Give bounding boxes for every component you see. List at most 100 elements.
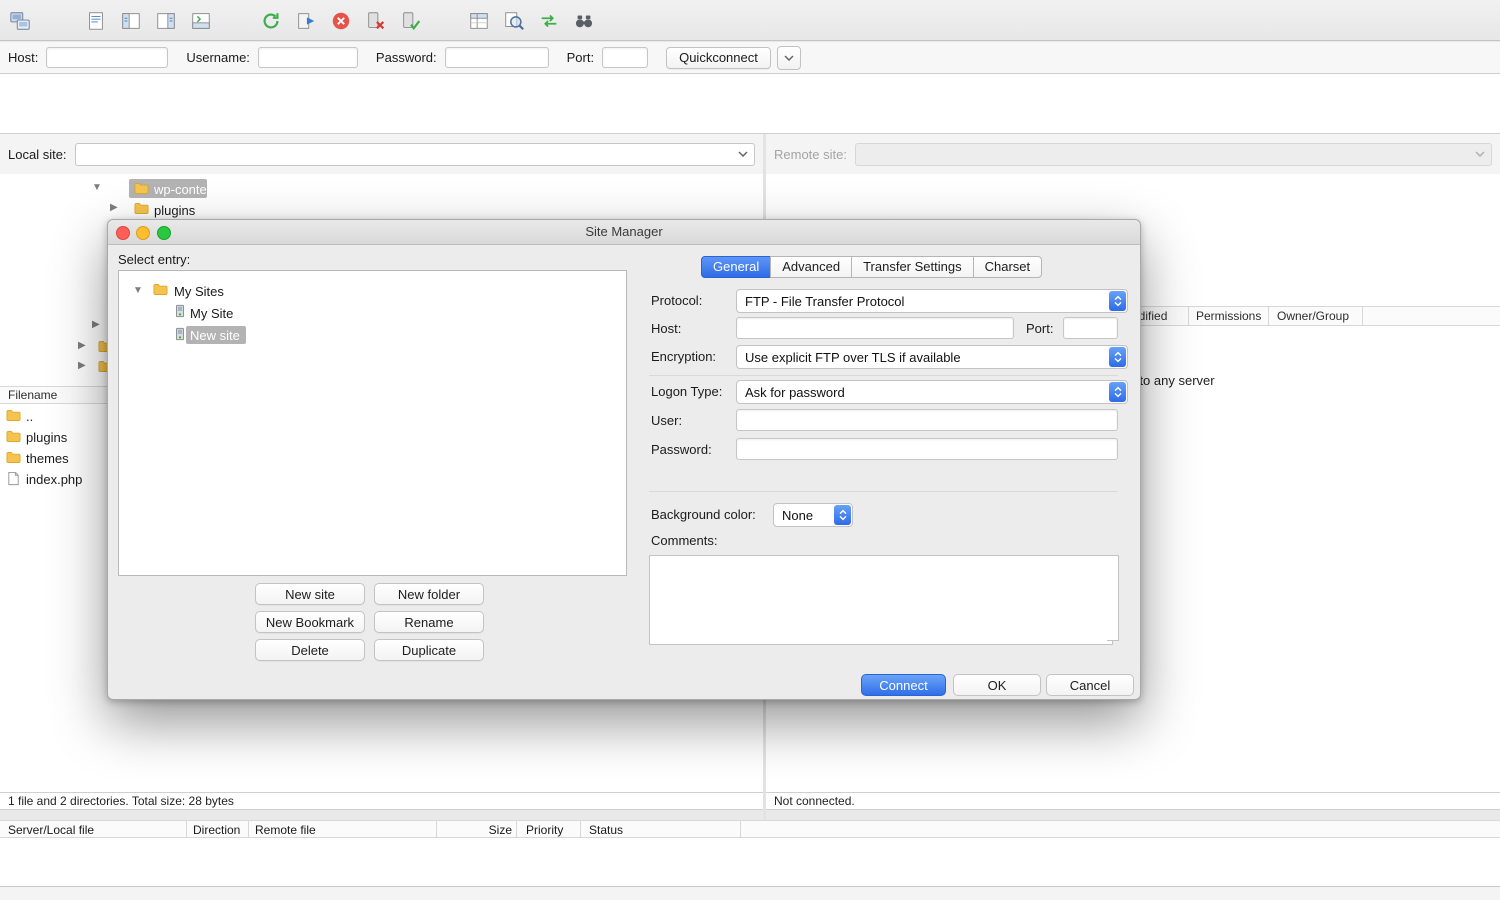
new-folder-button[interactable]: New folder (374, 583, 484, 605)
folder-icon (6, 450, 21, 465)
delete-button[interactable]: Delete (255, 639, 365, 661)
file-icon (6, 471, 21, 486)
refresh-icon[interactable] (257, 7, 284, 34)
new-site-button[interactable]: New site (255, 583, 365, 605)
updown-stepper-icon (834, 505, 851, 525)
new-bookmark-button[interactable]: New Bookmark (255, 611, 365, 633)
protocol-label: Protocol: (651, 293, 702, 308)
reconnect-icon[interactable] (397, 7, 424, 34)
list-item-themes[interactable]: themes (26, 450, 69, 467)
remote-status-text: Not connected. (774, 794, 855, 808)
column-divider[interactable] (516, 821, 517, 837)
permissions-column-header[interactable]: Permissions (1196, 309, 1261, 323)
site-tree-root-my-sites[interactable]: My Sites (174, 283, 224, 300)
local-status-bar: 1 file and 2 directories. Total size: 28… (0, 792, 763, 810)
expand-triangle-icon[interactable]: ▶ (92, 319, 100, 331)
cancel-button[interactable]: Cancel (1046, 674, 1134, 696)
logon-type-label: Logon Type: (651, 384, 722, 399)
password-label: Password: (376, 50, 437, 65)
message-log-icon[interactable] (82, 7, 109, 34)
chevron-down-icon (1475, 151, 1485, 157)
queue-body (0, 838, 1500, 886)
queue-col-priority[interactable]: Priority (526, 823, 563, 837)
rename-button[interactable]: Rename (374, 611, 484, 633)
dialog-host-input[interactable] (736, 317, 1014, 339)
site-manager-icon[interactable] (6, 7, 33, 34)
tree-item-wp-content[interactable]: wp-content (154, 181, 218, 198)
tree-item-plugins[interactable]: plugins (154, 202, 195, 219)
queue-col-size[interactable]: Size (480, 823, 512, 837)
column-divider[interactable] (186, 821, 187, 837)
site-tree-item-new-site[interactable]: New site (190, 327, 240, 344)
port-input[interactable] (602, 47, 648, 68)
folder-icon (134, 181, 149, 196)
connect-button[interactable]: Connect (861, 674, 946, 696)
duplicate-button[interactable]: Duplicate (374, 639, 484, 661)
process-queue-icon[interactable] (292, 7, 319, 34)
password-input[interactable] (445, 47, 549, 68)
site-tree-item-my-site[interactable]: My Site (190, 305, 233, 322)
quickconnect-button[interactable]: Quickconnect (666, 47, 771, 69)
dialog-title: Site Manager (108, 224, 1140, 239)
transfer-queue-icon[interactable] (187, 7, 214, 34)
background-color-select[interactable]: None (773, 503, 853, 527)
list-item-index-php[interactable]: index.php (26, 471, 82, 488)
column-divider[interactable] (740, 821, 741, 837)
tab-charset[interactable]: Charset (973, 256, 1043, 278)
comments-scrollbar[interactable] (1107, 555, 1119, 641)
expand-triangle-icon[interactable]: ▶ (78, 340, 86, 352)
filezilla-window: Host: Username: Password: Port: Quickcon… (0, 0, 1500, 900)
column-divider[interactable] (1362, 307, 1363, 325)
username-input[interactable] (258, 47, 358, 68)
list-item-parent[interactable]: .. (26, 408, 33, 425)
filename-column-header[interactable]: Filename (8, 388, 57, 402)
local-treeview-icon[interactable] (117, 7, 144, 34)
local-site-combo[interactable] (75, 143, 755, 166)
collapse-triangle-icon[interactable]: ▼ (92, 182, 102, 194)
column-divider[interactable] (248, 821, 249, 837)
local-site-label: Local site: (8, 147, 67, 162)
quickconnect-dropdown-button[interactable] (777, 46, 801, 70)
column-divider[interactable] (436, 821, 437, 837)
queue-col-remote-file[interactable]: Remote file (255, 823, 316, 837)
list-item-plugins[interactable]: plugins (26, 429, 67, 446)
queue-col-direction[interactable]: Direction (193, 823, 240, 837)
encryption-select[interactable]: Use explicit FTP over TLS if available (736, 345, 1128, 369)
logon-type-select[interactable]: Ask for password (736, 380, 1128, 404)
disconnect-icon[interactable] (362, 7, 389, 34)
queue-col-status[interactable]: Status (589, 823, 623, 837)
column-divider[interactable] (1188, 307, 1189, 325)
directory-comparison-icon[interactable] (500, 7, 527, 34)
updown-stepper-icon (1109, 382, 1126, 402)
expand-triangle-icon[interactable]: ▶ (78, 360, 86, 372)
tab-advanced[interactable]: Advanced (770, 256, 852, 278)
chevron-down-icon (784, 55, 794, 61)
host-input[interactable] (46, 47, 168, 68)
remote-site-combo (855, 143, 1492, 166)
queue-col-server-local-file[interactable]: Server/Local file (8, 823, 94, 837)
collapse-triangle-icon[interactable]: ▼ (133, 285, 143, 297)
dialog-port-input[interactable] (1063, 317, 1118, 339)
bottom-strip (0, 886, 1500, 900)
synchronized-browsing-icon[interactable] (535, 7, 562, 34)
expand-triangle-icon[interactable]: ▶ (110, 202, 118, 214)
tab-general[interactable]: General (701, 256, 771, 278)
user-input[interactable] (736, 409, 1118, 431)
cancel-transfer-icon[interactable] (327, 7, 354, 34)
protocol-select[interactable]: FTP - File Transfer Protocol (736, 289, 1128, 313)
dialog-password-label: Password: (651, 442, 712, 457)
owner-group-column-header[interactable]: Owner/Group (1277, 309, 1349, 323)
column-divider[interactable] (1268, 307, 1269, 325)
column-divider[interactable] (580, 821, 581, 837)
toolbar-group-4 (465, 7, 597, 34)
tab-transfer-settings[interactable]: Transfer Settings (851, 256, 974, 278)
comments-textarea[interactable] (649, 555, 1113, 645)
local-site-row: Local site: (0, 134, 763, 174)
directory-filter-icon[interactable] (465, 7, 492, 34)
ok-button[interactable]: OK (953, 674, 1041, 696)
toolbar-group-3 (257, 7, 424, 34)
toolbar-group-1 (6, 7, 33, 34)
find-files-icon[interactable] (570, 7, 597, 34)
dialog-password-input[interactable] (736, 438, 1118, 460)
remote-treeview-icon[interactable] (152, 7, 179, 34)
